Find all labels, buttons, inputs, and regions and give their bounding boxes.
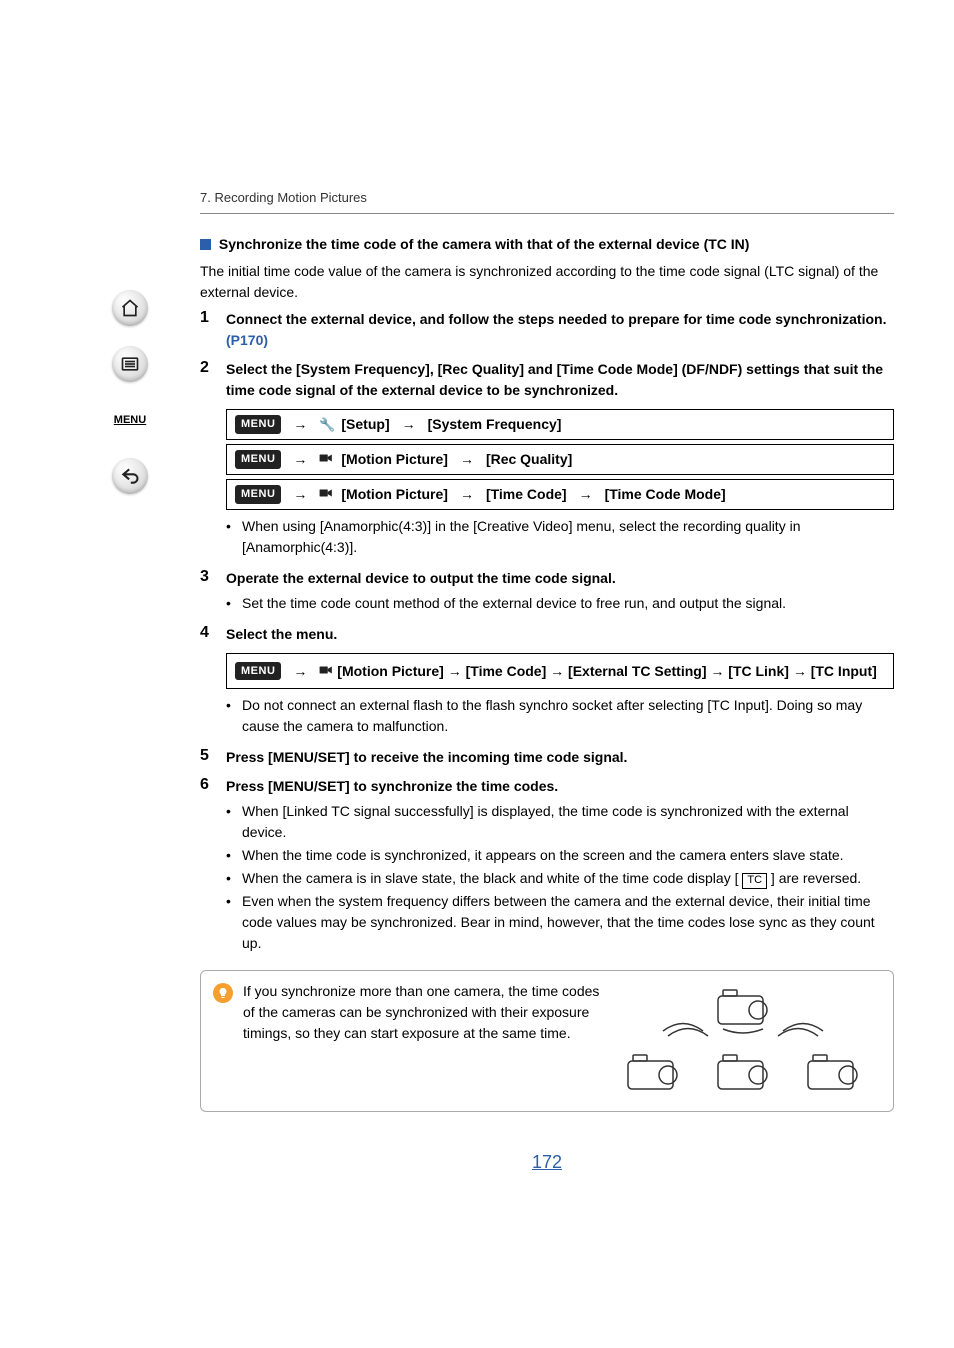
page-ref-link[interactable]: (P170) (226, 332, 268, 348)
bullet-square-icon (200, 239, 211, 250)
sidebar-nav: MENU (100, 290, 160, 494)
menu-chip-icon: MENU (235, 450, 281, 469)
note-text: When the camera is in slave state, the b… (242, 868, 861, 889)
tc-indicator-icon: TC (742, 873, 767, 888)
note-text: When [Linked TC signal successfully] is … (242, 801, 894, 843)
note-bullet: • When [Linked TC signal successfully] i… (226, 801, 894, 843)
note-text: Do not connect an external flash to the … (242, 695, 894, 737)
step-5: 5 Press [MENU/SET] to receive the incomi… (200, 747, 894, 768)
camera-sync-illustration (613, 981, 873, 1101)
step-2: 2 Select the [System Frequency], [Rec Qu… (200, 359, 894, 560)
step-4: 4 Select the menu. MENU → [Motion Pictur… (200, 624, 894, 739)
motion-picture-icon (319, 660, 333, 682)
note-text: Set the time code count method of the ex… (242, 593, 786, 614)
menu-path-text: [TC Link] (728, 663, 789, 679)
menu-path-text: [Setup] (341, 414, 389, 435)
step-title: Connect the external device, and follow … (226, 311, 886, 327)
menu-path-text: [TC Input] (811, 663, 877, 679)
section-heading: Synchronize the time code of the camera … (200, 234, 894, 255)
note-text: Even when the system frequency differs b… (242, 891, 894, 954)
menu-path-row: MENU → [Motion Picture] → [Time Code] → … (226, 653, 894, 689)
note-bullet: • When using [Anamorphic(4:3)] in the [C… (226, 516, 894, 558)
menu-path-text: [Motion Picture] (341, 484, 448, 505)
step-title: Press [MENU/SET] to receive the incoming… (226, 747, 894, 768)
menu-path-text: [Time Code] (466, 663, 547, 679)
step-number: 5 (200, 747, 214, 768)
back-icon[interactable] (112, 458, 148, 494)
tip-callout: If you synchronize more than one camera,… (200, 970, 894, 1112)
note-text: When the time code is synchronized, it a… (242, 845, 844, 866)
section-title: Synchronize the time code of the camera … (219, 236, 750, 252)
note-bullet: • Even when the system frequency differs… (226, 891, 894, 954)
section-intro: The initial time code value of the camer… (200, 261, 894, 303)
note-bullet: • Set the time code count method of the … (226, 593, 894, 614)
menu-path-row: MENU → [Motion Picture] → [Time Code] → … (226, 479, 894, 510)
step-number: 2 (200, 359, 214, 560)
step-title: Select the menu. (226, 624, 894, 645)
tip-text: If you synchronize more than one camera,… (243, 981, 603, 1044)
menu-path-text: [Motion Picture] (337, 663, 444, 679)
menu-path-text: [Rec Quality] (486, 449, 572, 470)
menu-chip-icon: MENU (235, 485, 281, 504)
page-number-link[interactable]: 172 (200, 1152, 894, 1173)
menu-chip-icon: MENU (235, 662, 281, 681)
menu-path-text: [Time Code Mode] (605, 484, 726, 505)
note-bullet: • When the time code is synchronized, it… (226, 845, 894, 866)
menu-path-text: [Motion Picture] (341, 449, 448, 470)
step-title: Press [MENU/SET] to synchronize the time… (226, 776, 894, 797)
step-number: 3 (200, 568, 214, 616)
menu-path-text: [External TC Setting] (568, 663, 706, 679)
step-title: Select the [System Frequency], [Rec Qual… (226, 359, 894, 401)
menu-path-row: MENU → 🔧 [Setup] → [System Frequency] (226, 409, 894, 440)
breadcrumb: 7. Recording Motion Pictures (200, 190, 894, 205)
note-bullet: • When the camera is in slave state, the… (226, 868, 894, 889)
menu-chip-icon: MENU (235, 415, 281, 434)
menu-path-text: [System Frequency] (428, 414, 562, 435)
step-number: 6 (200, 776, 214, 956)
motion-picture-icon (319, 484, 333, 505)
motion-picture-icon (319, 449, 333, 470)
menu-path-text: [Time Code] (486, 484, 567, 505)
home-icon[interactable] (112, 290, 148, 326)
step-number: 4 (200, 624, 214, 739)
menu-path-row: MENU → [Motion Picture] → [Rec Quality] (226, 444, 894, 475)
step-1: 1 Connect the external device, and follo… (200, 309, 894, 351)
toc-icon[interactable] (112, 346, 148, 382)
divider (200, 213, 894, 214)
wrench-icon: 🔧 (319, 415, 333, 435)
note-text: When using [Anamorphic(4:3)] in the [Cre… (242, 516, 894, 558)
step-title: Operate the external device to output th… (226, 568, 894, 589)
menu-nav-icon[interactable]: MENU (112, 402, 148, 438)
step-number: 1 (200, 309, 214, 351)
tip-lightbulb-icon (213, 983, 233, 1003)
step-6: 6 Press [MENU/SET] to synchronize the ti… (200, 776, 894, 956)
note-bullet: • Do not connect an external flash to th… (226, 695, 894, 737)
step-3: 3 Operate the external device to output … (200, 568, 894, 616)
